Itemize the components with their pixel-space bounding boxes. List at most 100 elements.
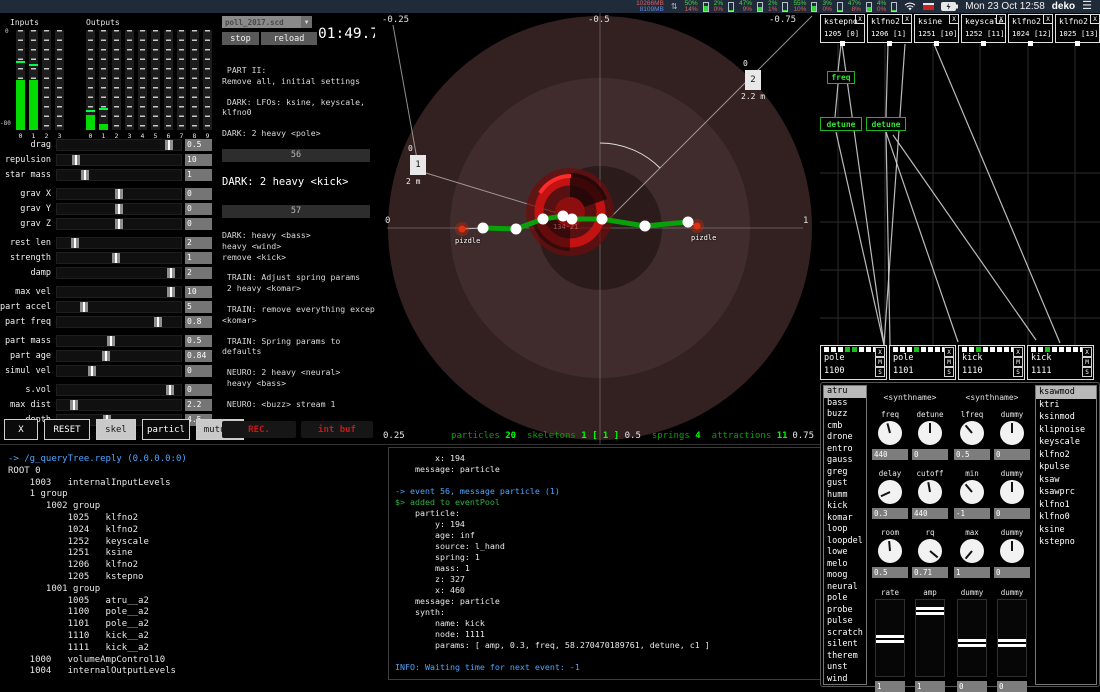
slider-track[interactable]: [56, 252, 182, 264]
reload-button[interactable]: reload: [261, 32, 317, 45]
strip-x-button[interactable]: X: [944, 347, 954, 357]
slider-track[interactable]: [56, 365, 182, 377]
close-icon[interactable]: X: [902, 15, 911, 24]
list-item-klfno1[interactable]: klfno1: [1036, 499, 1096, 512]
list-item-unst[interactable]: unst: [824, 662, 866, 674]
slider-track[interactable]: [56, 399, 182, 411]
list-item-bass[interactable]: bass: [824, 398, 866, 410]
close-icon[interactable]: X: [996, 15, 1005, 24]
stop-button[interactable]: stop: [222, 32, 259, 45]
strip-input-connector[interactable]: [852, 347, 857, 352]
slider-track[interactable]: [56, 154, 182, 166]
lfo-node-klfno2[interactable]: klfno21025 [13]X: [1055, 14, 1100, 43]
node-output-connector[interactable]: [1028, 41, 1033, 46]
list-item-neural[interactable]: neural: [824, 582, 866, 594]
strip-input-connector[interactable]: [914, 347, 919, 352]
channel-strip-kick-1111[interactable]: kick1111XMS: [1027, 345, 1094, 380]
list-item-klfno0[interactable]: klfno0: [1036, 511, 1096, 524]
list-item-klfno2[interactable]: klfno2: [1036, 449, 1096, 462]
node-output-connector[interactable]: [840, 41, 845, 46]
list-item-keyscale[interactable]: keyscale: [1036, 436, 1096, 449]
strip-s-button[interactable]: S: [944, 367, 954, 377]
node-output-connector[interactable]: [981, 41, 986, 46]
fader-dummy[interactable]: [997, 599, 1027, 677]
slider-handle[interactable]: [102, 351, 110, 361]
slider-handle[interactable]: [165, 140, 173, 150]
int-buf-button[interactable]: int buf: [301, 421, 373, 438]
strip-input-connector[interactable]: [997, 347, 1002, 352]
slider-handle[interactable]: [107, 336, 115, 346]
list-item-humm[interactable]: humm: [824, 490, 866, 502]
strip-s-button[interactable]: S: [1082, 367, 1092, 377]
slider-track[interactable]: [56, 316, 182, 328]
strip-m-button[interactable]: M: [944, 357, 954, 367]
slider-handle[interactable]: [72, 155, 80, 165]
list-item-loop[interactable]: loop: [824, 524, 866, 536]
slider-track[interactable]: [56, 335, 182, 347]
param-box-detune[interactable]: detune: [866, 117, 906, 131]
close-icon[interactable]: X: [1090, 15, 1099, 24]
flag-icon[interactable]: [923, 3, 934, 10]
strip-s-button[interactable]: S: [1013, 367, 1023, 377]
lfo-list[interactable]: ksawmodktriksinmodklipnoisekeyscaleklfno…: [1035, 385, 1097, 685]
strip-input-connector[interactable]: [962, 347, 967, 352]
rec-button[interactable]: REC.: [222, 421, 296, 438]
menubar-user[interactable]: deko: [1052, 1, 1075, 12]
slider-track[interactable]: [56, 267, 182, 279]
strip-input-connector[interactable]: [1004, 347, 1009, 352]
slider-track[interactable]: [56, 169, 182, 181]
strip-input-connector[interactable]: [1066, 347, 1071, 352]
strip-s-button[interactable]: S: [875, 367, 885, 377]
slider-handle[interactable]: [70, 400, 78, 410]
close-icon[interactable]: X: [949, 15, 958, 24]
knob-dummy[interactable]: [1000, 480, 1024, 504]
slider-handle[interactable]: [88, 366, 96, 376]
list-item-loopdel[interactable]: loopdel: [824, 536, 866, 548]
strip-m-button[interactable]: M: [875, 357, 885, 367]
knob-dummy[interactable]: [1000, 539, 1024, 563]
slider-track[interactable]: [56, 203, 182, 215]
strip-input-connector[interactable]: [824, 347, 829, 352]
strip-input-connector[interactable]: [983, 347, 988, 352]
strip-x-button[interactable]: X: [1082, 347, 1092, 357]
menu-list-icon[interactable]: ☰: [1082, 1, 1092, 12]
slider-track[interactable]: [56, 350, 182, 362]
fader-dummy[interactable]: [957, 599, 987, 677]
strip-input-connector[interactable]: [859, 347, 864, 352]
list-item-lowe[interactable]: lowe: [824, 547, 866, 559]
strip-input-connector[interactable]: [935, 347, 940, 352]
particl-button[interactable]: particl: [142, 419, 190, 440]
slider-handle[interactable]: [81, 170, 89, 180]
strip-input-connector[interactable]: [1059, 347, 1064, 352]
strip-input-connector[interactable]: [866, 347, 871, 352]
slider-track[interactable]: [56, 286, 182, 298]
knob-cutoff[interactable]: [918, 480, 942, 504]
list-item-gauss[interactable]: gauss: [824, 455, 866, 467]
strip-input-connector[interactable]: [900, 347, 905, 352]
score-file-select[interactable]: poll_2017.scd ▼: [222, 16, 312, 28]
motion-radar-visualization[interactable]: -0.25 -0.5 -0.75 0 1 012 m022.2 m pizdle…: [375, 13, 820, 445]
strip-input-connector[interactable]: [976, 347, 981, 352]
channel-strip-pole-1101[interactable]: pole1101XMS: [889, 345, 956, 380]
list-item-kpulse[interactable]: kpulse: [1036, 461, 1096, 474]
slider-handle[interactable]: [115, 189, 123, 199]
knob-lfreq[interactable]: [960, 421, 984, 445]
close-icon[interactable]: X: [1043, 15, 1052, 24]
slider-handle[interactable]: [115, 219, 123, 229]
strip-input-connector[interactable]: [893, 347, 898, 352]
list-item-klipnoise[interactable]: klipnoise: [1036, 424, 1096, 437]
channel-strip-kick-1110[interactable]: kick1110XMS: [958, 345, 1025, 380]
lfo-node-klfno2[interactable]: klfno21024 [12]X: [1008, 14, 1053, 43]
slider-handle[interactable]: [112, 253, 120, 263]
fader-rate[interactable]: [875, 599, 905, 677]
list-item-entro[interactable]: entro: [824, 444, 866, 456]
event-counter-bar[interactable]: 56: [222, 149, 370, 162]
strip-m-button[interactable]: M: [1013, 357, 1023, 367]
list-item-ksawmod[interactable]: ksawmod: [1036, 386, 1096, 399]
list-item-cmb[interactable]: cmb: [824, 421, 866, 433]
list-item-ktri[interactable]: ktri: [1036, 399, 1096, 412]
strip-m-button[interactable]: M: [1082, 357, 1092, 367]
lfo-node-keyscale[interactable]: keyscale1252 [11]X: [961, 14, 1006, 43]
param-box-detune[interactable]: detune: [820, 117, 862, 131]
list-item-probe[interactable]: probe: [824, 605, 866, 617]
